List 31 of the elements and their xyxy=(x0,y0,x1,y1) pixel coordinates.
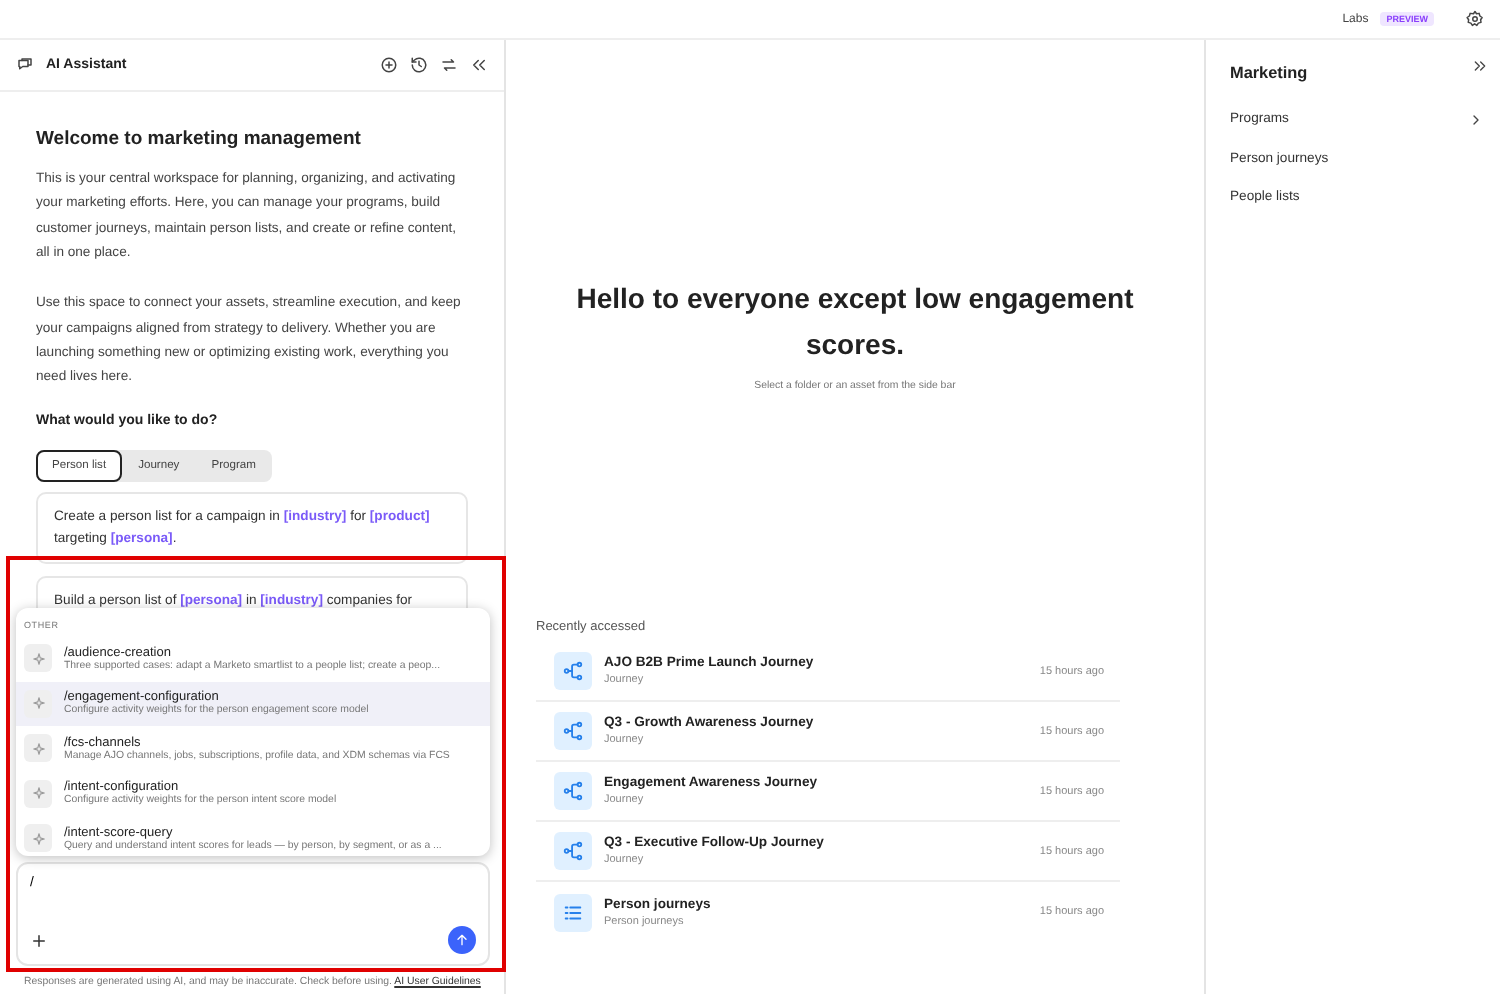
expand-button[interactable] xyxy=(1472,58,1488,74)
attach-button[interactable] xyxy=(30,931,48,949)
double-chevron-right-icon xyxy=(1472,58,1488,74)
plus-circle-icon xyxy=(380,56,398,74)
sparkle-icon xyxy=(24,644,52,673)
new-chat-button[interactable] xyxy=(380,56,398,74)
sidebar-title: Marketing xyxy=(1230,64,1310,82)
arrow-up-icon xyxy=(454,932,470,948)
sparkle-icon xyxy=(24,734,52,763)
chat-icon xyxy=(16,56,34,74)
sparkle-icon xyxy=(24,824,52,853)
chevron-right-icon xyxy=(1468,111,1484,128)
branch-icon xyxy=(554,652,592,690)
welcome-heading: Welcome to marketing management xyxy=(36,128,363,150)
sparkle-icon xyxy=(24,779,52,808)
swap-icon xyxy=(440,56,458,74)
history-icon xyxy=(410,56,428,74)
history-button[interactable] xyxy=(410,56,428,74)
double-chevron-left-icon xyxy=(470,56,488,74)
settings-button[interactable] xyxy=(1466,10,1484,28)
swap-button[interactable] xyxy=(440,56,458,74)
branch-icon xyxy=(554,712,592,750)
main-heading: Hello to everyone except low engagement scores. xyxy=(574,280,1136,364)
sparkle-icon xyxy=(24,689,52,718)
plus-icon xyxy=(30,931,48,949)
branch-icon xyxy=(554,772,592,810)
settings-icon xyxy=(1466,10,1484,28)
list-icon xyxy=(554,893,592,931)
collapse-button[interactable] xyxy=(470,56,488,74)
branch-icon xyxy=(554,832,592,870)
send-button[interactable] xyxy=(448,926,476,954)
